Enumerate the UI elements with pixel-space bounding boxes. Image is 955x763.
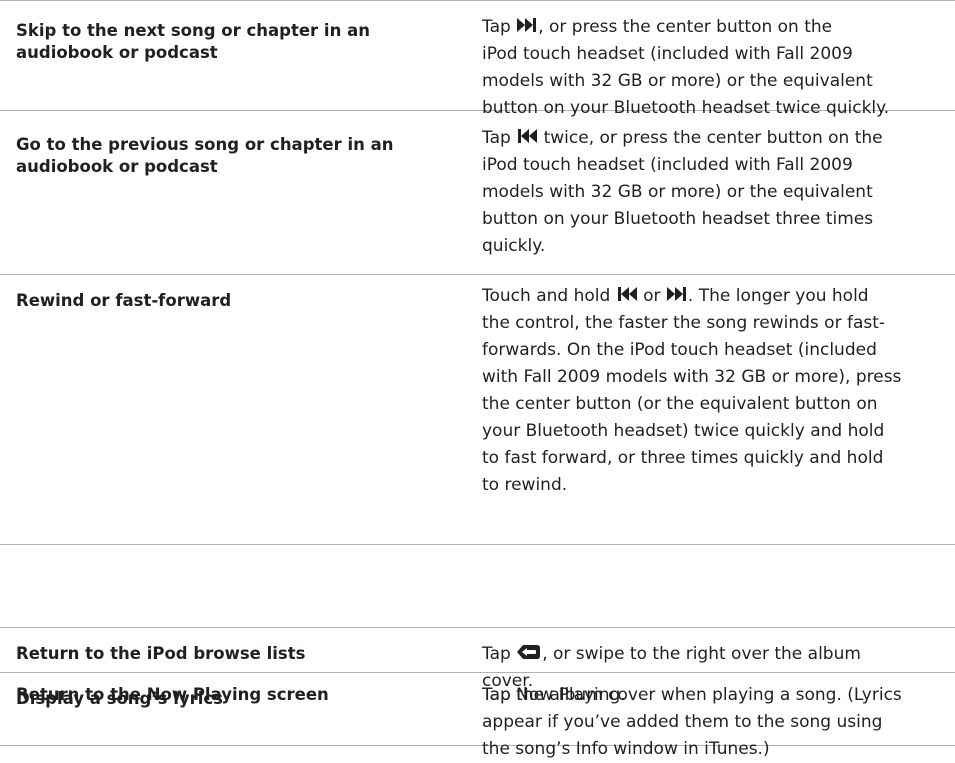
instruction-segment: appear if you’ve added them to the song … <box>482 712 883 732</box>
instruction-line: the center button (or the equivalent but… <box>482 391 952 418</box>
instruction-line: iPod touch headset (included with Fall 2… <box>482 41 952 68</box>
instruction-line: the control, the faster the song rewinds… <box>482 310 952 337</box>
instruction-line: to fast forward, or three times quickly … <box>482 445 952 472</box>
instruction-line: your Bluetooth headset) twice quickly an… <box>482 418 952 445</box>
instruction-segment: or <box>637 286 666 306</box>
task-line: audiobook or podcast <box>16 43 218 62</box>
instruction-line: models with 32 GB or more) or the equiva… <box>482 179 952 206</box>
task-label: Rewind or fast-forward <box>16 290 456 312</box>
task-line: Return to the iPod browse lists <box>16 644 306 663</box>
instruction-line: iPod touch headset (included with Fall 2… <box>482 152 952 179</box>
instruction-line: Tap twice, or press the center button on… <box>482 125 952 152</box>
instruction-segment: Tap the album cover when playing a song.… <box>482 685 902 705</box>
task-line: Display a song’s lyrics <box>16 689 223 708</box>
instruction-line: button on your Bluetooth headset three t… <box>482 206 952 233</box>
instruction-segment: Tap <box>482 17 517 37</box>
instruction-segment: quickly. <box>482 236 546 256</box>
task-label: Display a song’s lyrics <box>16 688 456 710</box>
instruction-segment: your Bluetooth headset) twice quickly an… <box>482 421 885 441</box>
next-track-icon <box>517 17 537 33</box>
instruction-line: Touch and hold or . The longer you hold <box>482 283 952 310</box>
instruction-segment: button on your Bluetooth headset twice q… <box>482 98 890 118</box>
instruction-segment: with Fall 2009 models with 32 GB or more… <box>482 367 902 387</box>
row-divider <box>0 274 955 275</box>
row-divider <box>0 627 955 628</box>
instruction-line: forwards. On the iPod touch headset (inc… <box>482 337 952 364</box>
row-divider <box>0 544 955 545</box>
instruction-line: Tap , or swipe to the right over the alb… <box>482 641 952 668</box>
instruction-segment: to fast forward, or three times quickly … <box>482 448 884 468</box>
instruction-segment: twice, or press the center button on the <box>538 128 883 148</box>
instruction-text: Tap , or press the center button on the i… <box>482 14 952 122</box>
instruction-segment: the center button (or the equivalent but… <box>482 394 878 414</box>
instruction-segment: Tap <box>482 128 517 148</box>
task-label: Skip to the next song or chapter in an au… <box>16 20 456 64</box>
instruction-text: Tap twice, or press the center button on… <box>482 125 952 260</box>
instruction-segment: button on your Bluetooth headset three t… <box>482 209 874 229</box>
instruction-segment: , or swipe to the right over the album <box>542 644 861 664</box>
instruction-line: models with 32 GB or more) or the equiva… <box>482 68 952 95</box>
instruction-text: Tap the album cover when playing a song.… <box>482 682 952 763</box>
previous-track-icon <box>517 128 538 144</box>
instruction-line: the song’s Info window in iTunes.) <box>482 736 952 763</box>
back-arrow-icon <box>517 644 541 660</box>
next-track-icon <box>666 286 687 302</box>
instruction-segment: . The longer you hold <box>687 286 869 306</box>
instruction-segment: iPod touch headset (included with Fall 2… <box>482 155 853 175</box>
instruction-line: Tap , or press the center button on the <box>482 14 952 41</box>
instruction-segment: the song’s Info window in iTunes.) <box>482 739 770 759</box>
task-label: Return to the iPod browse lists <box>16 643 456 665</box>
instruction-segment: iPod touch headset (included with Fall 2… <box>482 44 853 64</box>
instruction-line: quickly. <box>482 233 952 260</box>
instruction-segment: Tap <box>482 644 517 664</box>
instruction-segment: the control, the faster the song rewinds… <box>482 313 886 333</box>
instruction-segment: to rewind. <box>482 475 568 495</box>
instruction-line: with Fall 2009 models with 32 GB or more… <box>482 364 952 391</box>
task-line: Skip to the next song or chapter in an <box>16 21 370 40</box>
instruction-line: Tap the album cover when playing a song.… <box>482 682 952 709</box>
instruction-line: appear if you’ve added them to the song … <box>482 709 952 736</box>
instruction-segment: Touch and hold <box>482 286 616 306</box>
task-line: Rewind or fast-forward <box>16 291 232 310</box>
task-label: Go to the previous song or chapter in an… <box>16 134 456 178</box>
previous-track-icon <box>617 286 637 302</box>
task-line: audiobook or podcast <box>16 157 218 176</box>
instruction-line: button on your Bluetooth headset twice q… <box>482 95 952 122</box>
instruction-segment: , or press the center button on the <box>538 17 833 37</box>
instruction-text: Touch and hold or . The longer you hold t… <box>482 283 952 499</box>
instruction-line: to rewind. <box>482 472 952 499</box>
task-line: Go to the previous song or chapter in an <box>16 135 394 154</box>
instruction-segment: forwards. On the iPod touch headset (inc… <box>482 340 877 360</box>
instruction-segment: models with 32 GB or more) or the equiva… <box>482 182 873 202</box>
row-divider <box>0 0 955 1</box>
instruction-segment: models with 32 GB or more) or the equiva… <box>482 71 873 91</box>
